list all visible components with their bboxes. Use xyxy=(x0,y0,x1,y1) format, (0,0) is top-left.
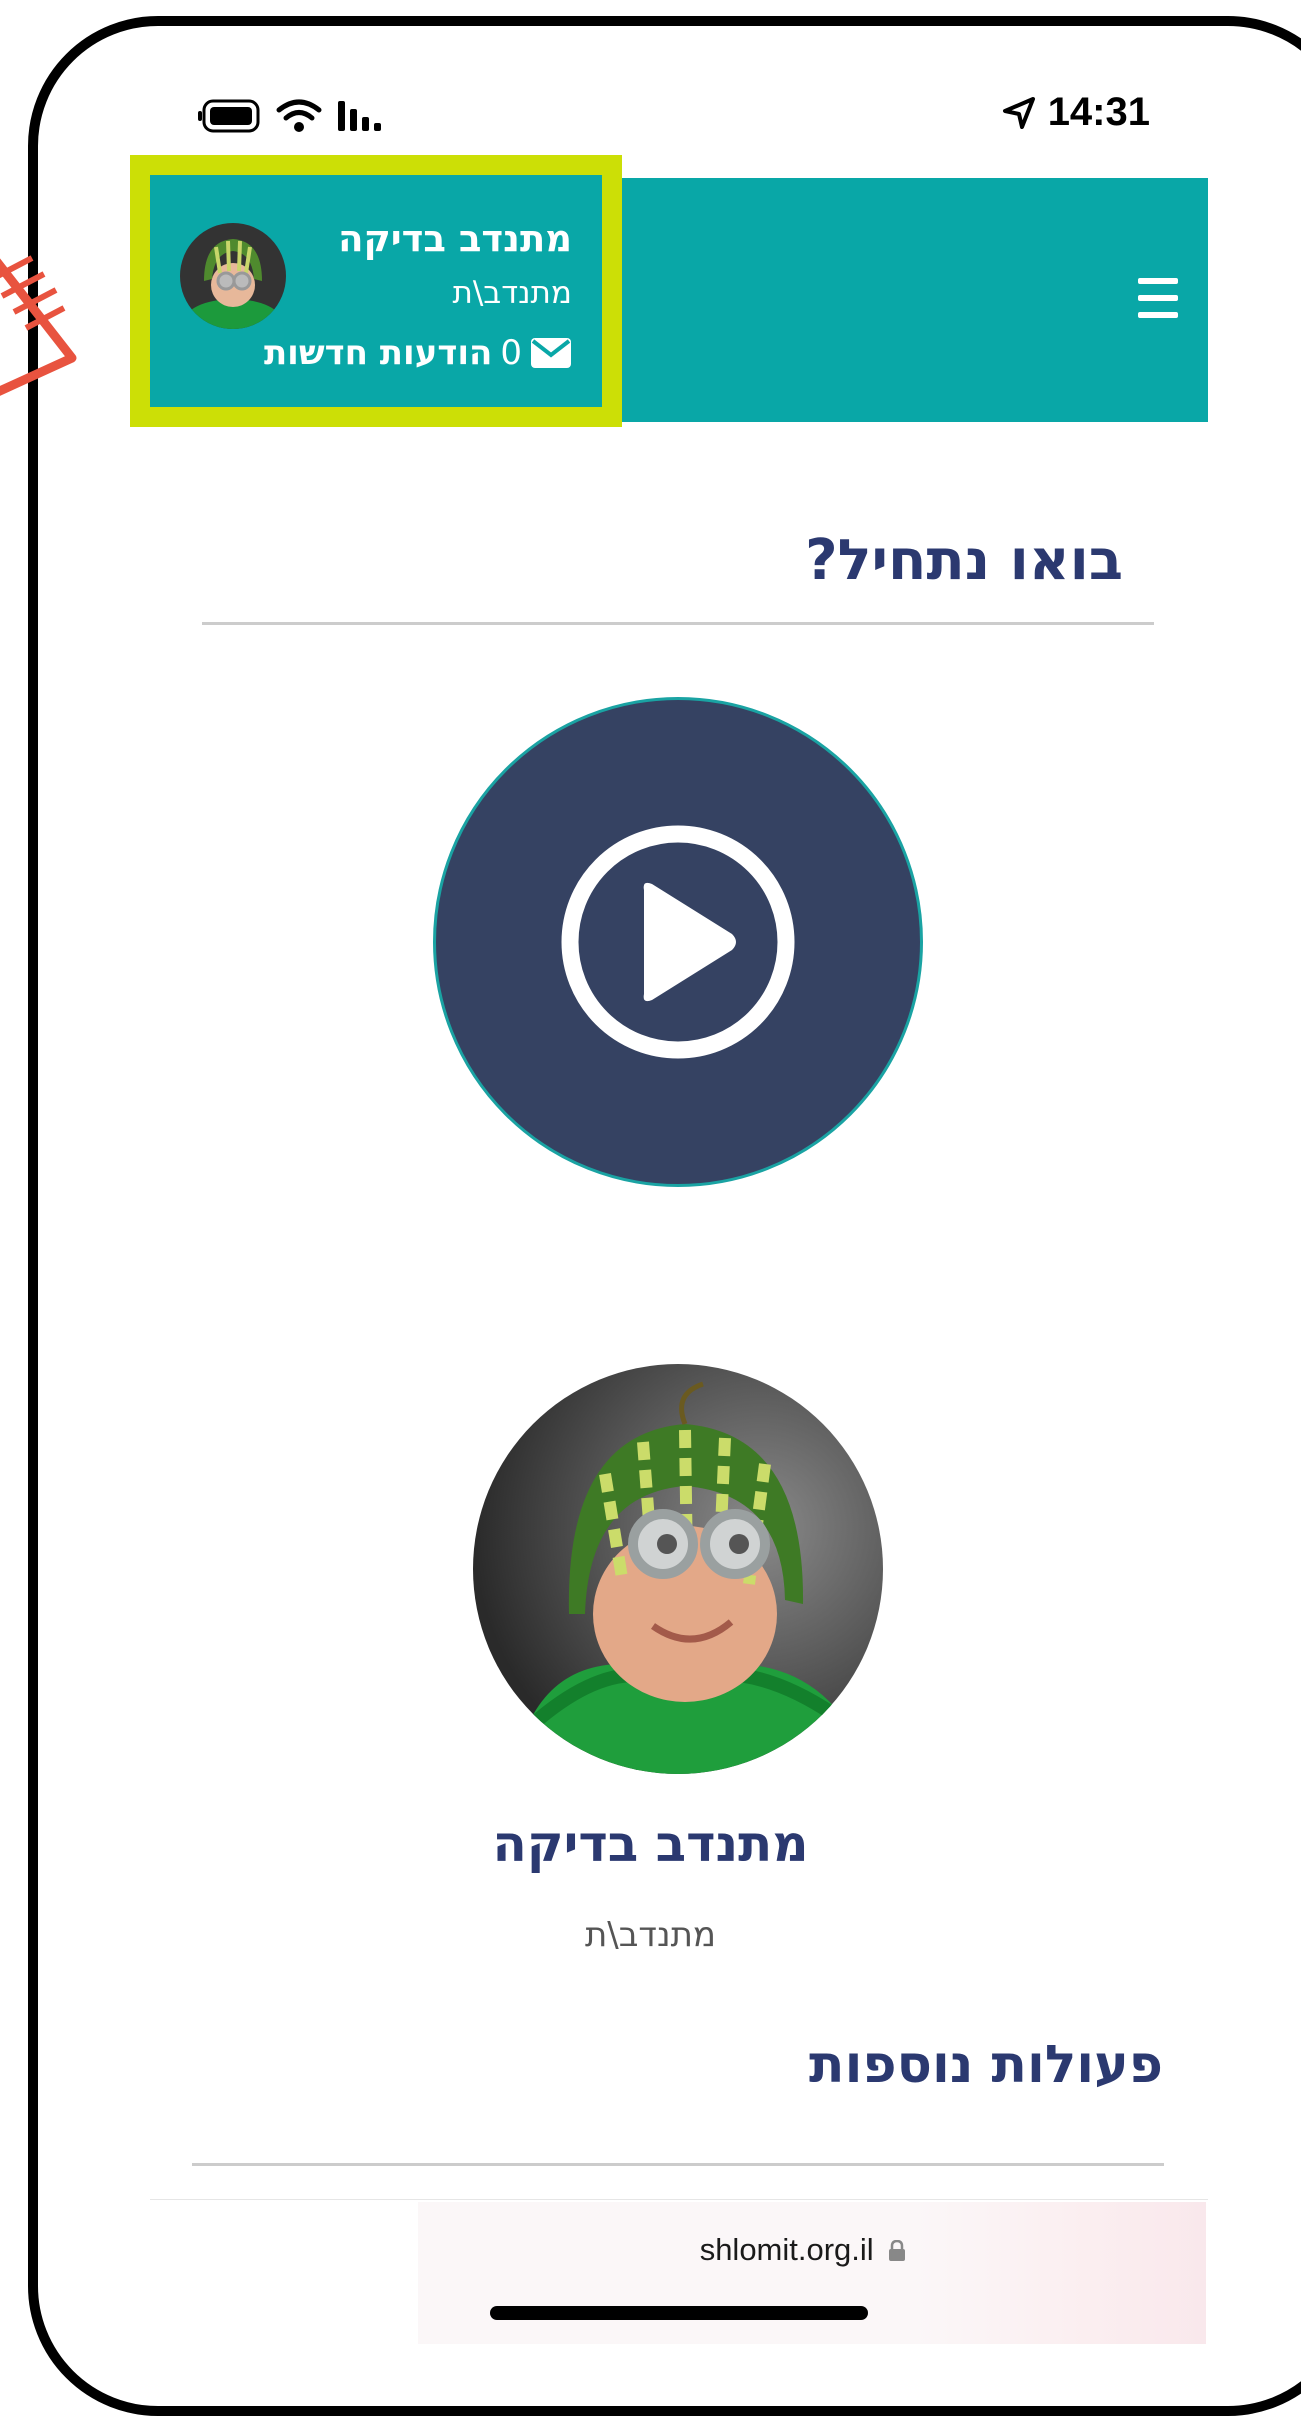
user-role: מתנדב\ת xyxy=(452,275,572,311)
avatar-image xyxy=(180,223,286,329)
intro-video-button[interactable] xyxy=(433,697,923,1187)
status-bar: 14:31 xyxy=(150,90,1150,146)
location-arrow-icon xyxy=(1002,96,1035,129)
hamburger-menu-icon[interactable] xyxy=(1138,278,1178,318)
status-time: 14:31 xyxy=(1047,90,1150,134)
status-icons xyxy=(198,98,388,134)
user-name: מתנדב בדיקה xyxy=(338,217,572,260)
play-circle-icon xyxy=(561,825,795,1059)
battery-icon xyxy=(198,99,260,133)
profile-photo xyxy=(473,1364,883,1774)
more-actions-title: פעולות נוספות xyxy=(809,2035,1163,2095)
section-divider xyxy=(202,622,1154,625)
profile-photo-image xyxy=(473,1364,883,1774)
user-info-box[interactable]: מתנדב בדיקה מתנדב\ת הודעות חדשות 0 xyxy=(130,155,622,427)
section-title: בואו נתחיל? xyxy=(805,528,1123,593)
profile-name: מתנדב בדיקה xyxy=(492,1815,809,1873)
wifi-icon xyxy=(276,99,322,132)
envelope-icon xyxy=(531,338,571,368)
screenshot-canvas: 14:31 מתנדב בדיקה מתנדב\ת הודעות חדשות 0 xyxy=(0,0,1301,2427)
browser-url-bar[interactable]: shlomit.org.il xyxy=(418,2202,1206,2344)
url-text-group: shlomit.org.il xyxy=(418,2232,1188,2268)
avatar[interactable] xyxy=(180,223,286,329)
home-indicator[interactable] xyxy=(490,2306,868,2320)
more-actions-divider xyxy=(192,2163,1164,2166)
status-time-group: 14:31 xyxy=(1002,90,1150,135)
messages-count: 0 xyxy=(500,333,522,373)
url-text: shlomit.org.il xyxy=(699,2232,874,2267)
bottom-separator xyxy=(150,2199,1208,2200)
messages-label: הודעות חדשות xyxy=(263,333,493,373)
lock-icon xyxy=(889,2239,906,2261)
signal-icon xyxy=(338,101,381,131)
annotation-arrow-icon xyxy=(0,255,77,396)
messages-link[interactable]: הודעות חדשות 0 xyxy=(264,333,572,373)
profile-role: מתנדב\ת xyxy=(584,1915,717,1955)
url-bar-background xyxy=(916,2202,1206,2344)
